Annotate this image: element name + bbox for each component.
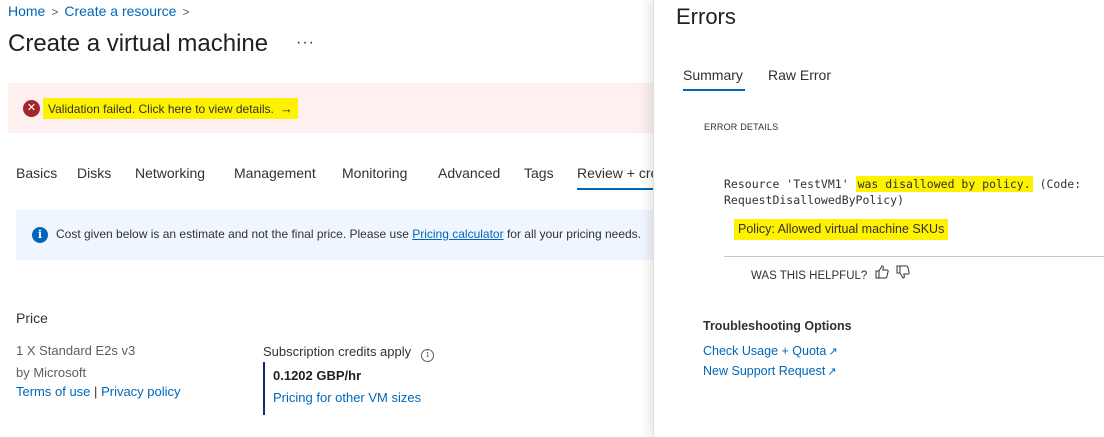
thumbs-up-icon[interactable] xyxy=(875,265,889,282)
tab-tags[interactable]: Tags xyxy=(524,165,554,181)
validation-error-text: Validation failed. Click here to view de… xyxy=(48,102,274,116)
error-detail-line-2: RequestDisallowedByPolicy) xyxy=(724,193,905,207)
tab-disks[interactable]: Disks xyxy=(77,165,111,181)
subscription-credits: Subscription credits apply i xyxy=(263,344,435,362)
price-heading: Price xyxy=(16,310,48,326)
breadcrumb-create-resource[interactable]: Create a resource xyxy=(64,3,176,19)
check-usage-quota-label: Check Usage + Quota xyxy=(703,344,827,358)
feedback-row: WAS THIS HELPFUL? xyxy=(751,265,910,282)
tab-raw-error[interactable]: Raw Error xyxy=(768,67,831,83)
terms-of-use-link[interactable]: Terms of use xyxy=(16,384,90,399)
publisher: by Microsoft xyxy=(16,365,87,380)
active-tab-indicator xyxy=(683,89,745,91)
check-usage-quota-link[interactable]: Check Usage + Quota ↗ xyxy=(703,344,838,358)
create-vm-blade: Home > Create a resource > Create a virtual… xyxy=(0,0,653,437)
info-icon: i xyxy=(32,227,48,243)
tab-management[interactable]: Management xyxy=(234,165,316,181)
policy-name: Policy: Allowed virtual machine SKUs xyxy=(734,219,949,240)
pricing-calculator-link[interactable]: Pricing calculator xyxy=(412,227,503,241)
breadcrumb-separator: > xyxy=(51,5,59,19)
pricing-info-text: Cost given below is an estimate and not … xyxy=(56,227,641,241)
breadcrumb: Home > Create a resource > xyxy=(8,3,195,19)
thumbs-down-icon[interactable] xyxy=(896,265,910,282)
external-link-icon: ↗ xyxy=(828,346,838,358)
breadcrumb-home[interactable]: Home xyxy=(8,3,45,19)
divider xyxy=(724,256,1104,257)
info-text-before: Cost given below is an estimate and not … xyxy=(56,227,409,241)
new-support-request-link[interactable]: New Support Request ↗ xyxy=(703,364,837,378)
troubleshooting-title: Troubleshooting Options xyxy=(703,319,852,333)
tab-advanced[interactable]: Advanced xyxy=(438,165,500,181)
arrow-right-icon: → xyxy=(279,101,293,116)
error-x-icon: ✕ xyxy=(23,100,40,117)
tab-review-create[interactable]: Review + cre xyxy=(577,165,653,181)
external-link-icon: ↗ xyxy=(827,366,837,378)
error-details-label: ERROR DETAILS xyxy=(704,122,779,132)
price-accent-bar xyxy=(263,362,265,415)
tab-networking[interactable]: Networking xyxy=(135,165,205,181)
error-detail-prefix: Resource 'TestVM1' xyxy=(724,177,856,191)
info-outline-icon[interactable]: i xyxy=(421,349,435,362)
helpful-label: WAS THIS HELPFUL? xyxy=(751,270,868,282)
link-separator: | xyxy=(94,384,98,399)
active-tab-indicator xyxy=(577,188,653,190)
other-vm-sizes-link[interactable]: Pricing for other VM sizes xyxy=(273,390,421,405)
price-rate: 0.1202 GBP/hr xyxy=(273,368,362,383)
more-options-icon[interactable]: ··· xyxy=(296,34,315,52)
error-detail-highlight: was disallowed by policy. xyxy=(855,176,1033,192)
breadcrumb-separator: > xyxy=(182,5,190,19)
validation-error-link[interactable]: Validation failed. Click here to view de… xyxy=(43,98,298,119)
tab-summary[interactable]: Summary xyxy=(683,67,743,83)
subscription-credits-label: Subscription credits apply xyxy=(263,344,412,359)
errors-title: Errors xyxy=(676,4,736,29)
tab-monitoring[interactable]: Monitoring xyxy=(342,165,407,181)
tab-basics[interactable]: Basics xyxy=(16,165,57,181)
error-detail-suffix: (Code: xyxy=(1032,177,1082,191)
privacy-policy-link[interactable]: Privacy policy xyxy=(101,384,180,399)
vm-sku: 1 X Standard E2s v3 xyxy=(16,343,136,358)
error-detail-line-1: Resource 'TestVM1' was disallowed by pol… xyxy=(724,176,1082,192)
legal-links: Terms of use | Privacy policy xyxy=(16,384,181,399)
info-text-after: for all your pricing needs. xyxy=(506,227,642,241)
page-title: Create a virtual machine xyxy=(8,30,269,57)
errors-panel: Errors Summary Raw Error ERROR DETAILS R… xyxy=(653,0,1104,437)
new-support-request-label: New Support Request xyxy=(703,364,826,378)
